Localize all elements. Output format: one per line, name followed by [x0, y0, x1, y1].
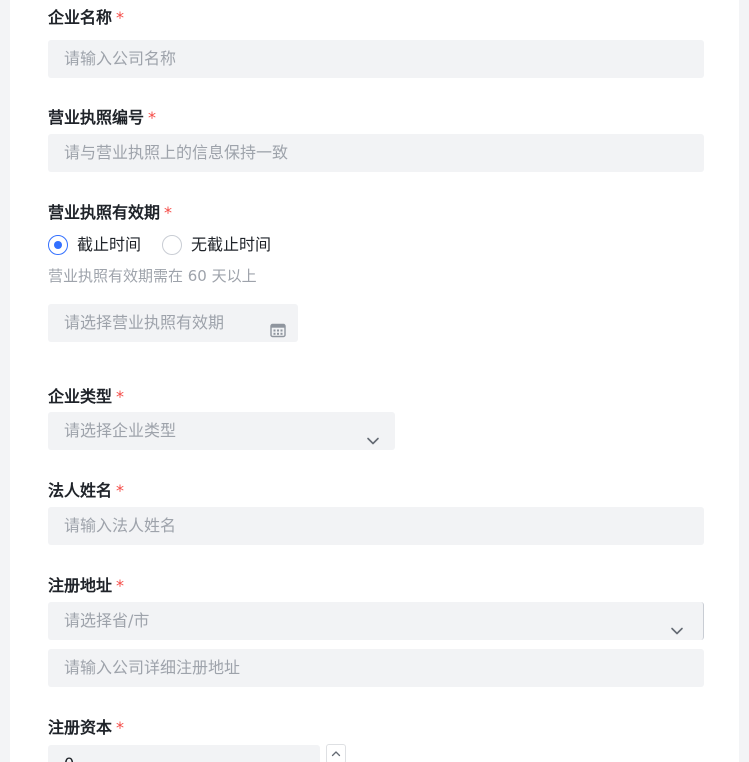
menu-icon: [292, 757, 308, 762]
radio-no-deadline[interactable]: [162, 235, 182, 255]
form-card: 企业名称 * 请输入公司名称 营业执照编号 * 请与营业执照上的信息保持一致 营业执…: [10, 0, 739, 762]
company-name-label: 企业名称 *: [48, 8, 125, 27]
capital-value: 0: [64, 754, 74, 762]
radio-deadline[interactable]: [48, 235, 68, 255]
chevron-up-icon: [331, 751, 341, 757]
calendar-icon[interactable]: [270, 314, 286, 352]
required-mark: *: [164, 203, 173, 222]
license-no-placeholder: 请与营业执照上的信息保持一致: [64, 143, 289, 162]
required-mark: *: [116, 8, 125, 27]
legal-name-input[interactable]: 请输入法人姓名: [48, 507, 704, 545]
validity-date-placeholder: 请选择营业执照有效期: [64, 313, 225, 332]
company-name-placeholder: 请输入公司名称: [64, 49, 177, 68]
company-name-input[interactable]: 请输入公司名称: [48, 40, 704, 78]
company-type-placeholder: 请选择企业类型: [64, 421, 177, 440]
legal-name-placeholder: 请输入法人姓名: [64, 516, 177, 535]
required-mark: *: [116, 718, 125, 737]
validity-date-picker[interactable]: 请选择营业执照有效期: [48, 304, 298, 342]
required-mark: *: [116, 387, 125, 406]
capital-increment-button[interactable]: [326, 744, 346, 762]
address-detail-placeholder: 请输入公司详细注册地址: [64, 658, 241, 677]
capital-input[interactable]: 0: [48, 745, 320, 762]
address-label: 注册地址 *: [48, 576, 125, 595]
license-validity-label: 营业执照有效期 *: [48, 203, 173, 222]
required-mark: *: [116, 576, 125, 595]
province-city-select[interactable]: 请选择省/市: [48, 602, 704, 640]
radio-no-deadline-label[interactable]: 无截止时间: [191, 234, 271, 256]
address-detail-input[interactable]: 请输入公司详细注册地址: [48, 649, 704, 687]
license-no-input[interactable]: 请与营业执照上的信息保持一致: [48, 134, 704, 172]
company-type-label: 企业类型 *: [48, 387, 125, 406]
validity-hint: 营业执照有效期需在 60 天以上: [48, 267, 257, 285]
required-mark: *: [116, 481, 125, 500]
company-type-select[interactable]: 请选择企业类型: [48, 412, 395, 450]
legal-name-label: 法人姓名 *: [48, 481, 125, 500]
capital-label: 注册资本 *: [48, 718, 125, 737]
chevron-down-icon: [670, 614, 684, 652]
chevron-down-icon: [366, 424, 380, 462]
province-city-placeholder: 请选择省/市: [64, 611, 150, 630]
license-no-label: 营业执照编号 *: [48, 108, 157, 127]
radio-deadline-label[interactable]: 截止时间: [77, 234, 141, 256]
required-mark: *: [148, 108, 157, 127]
